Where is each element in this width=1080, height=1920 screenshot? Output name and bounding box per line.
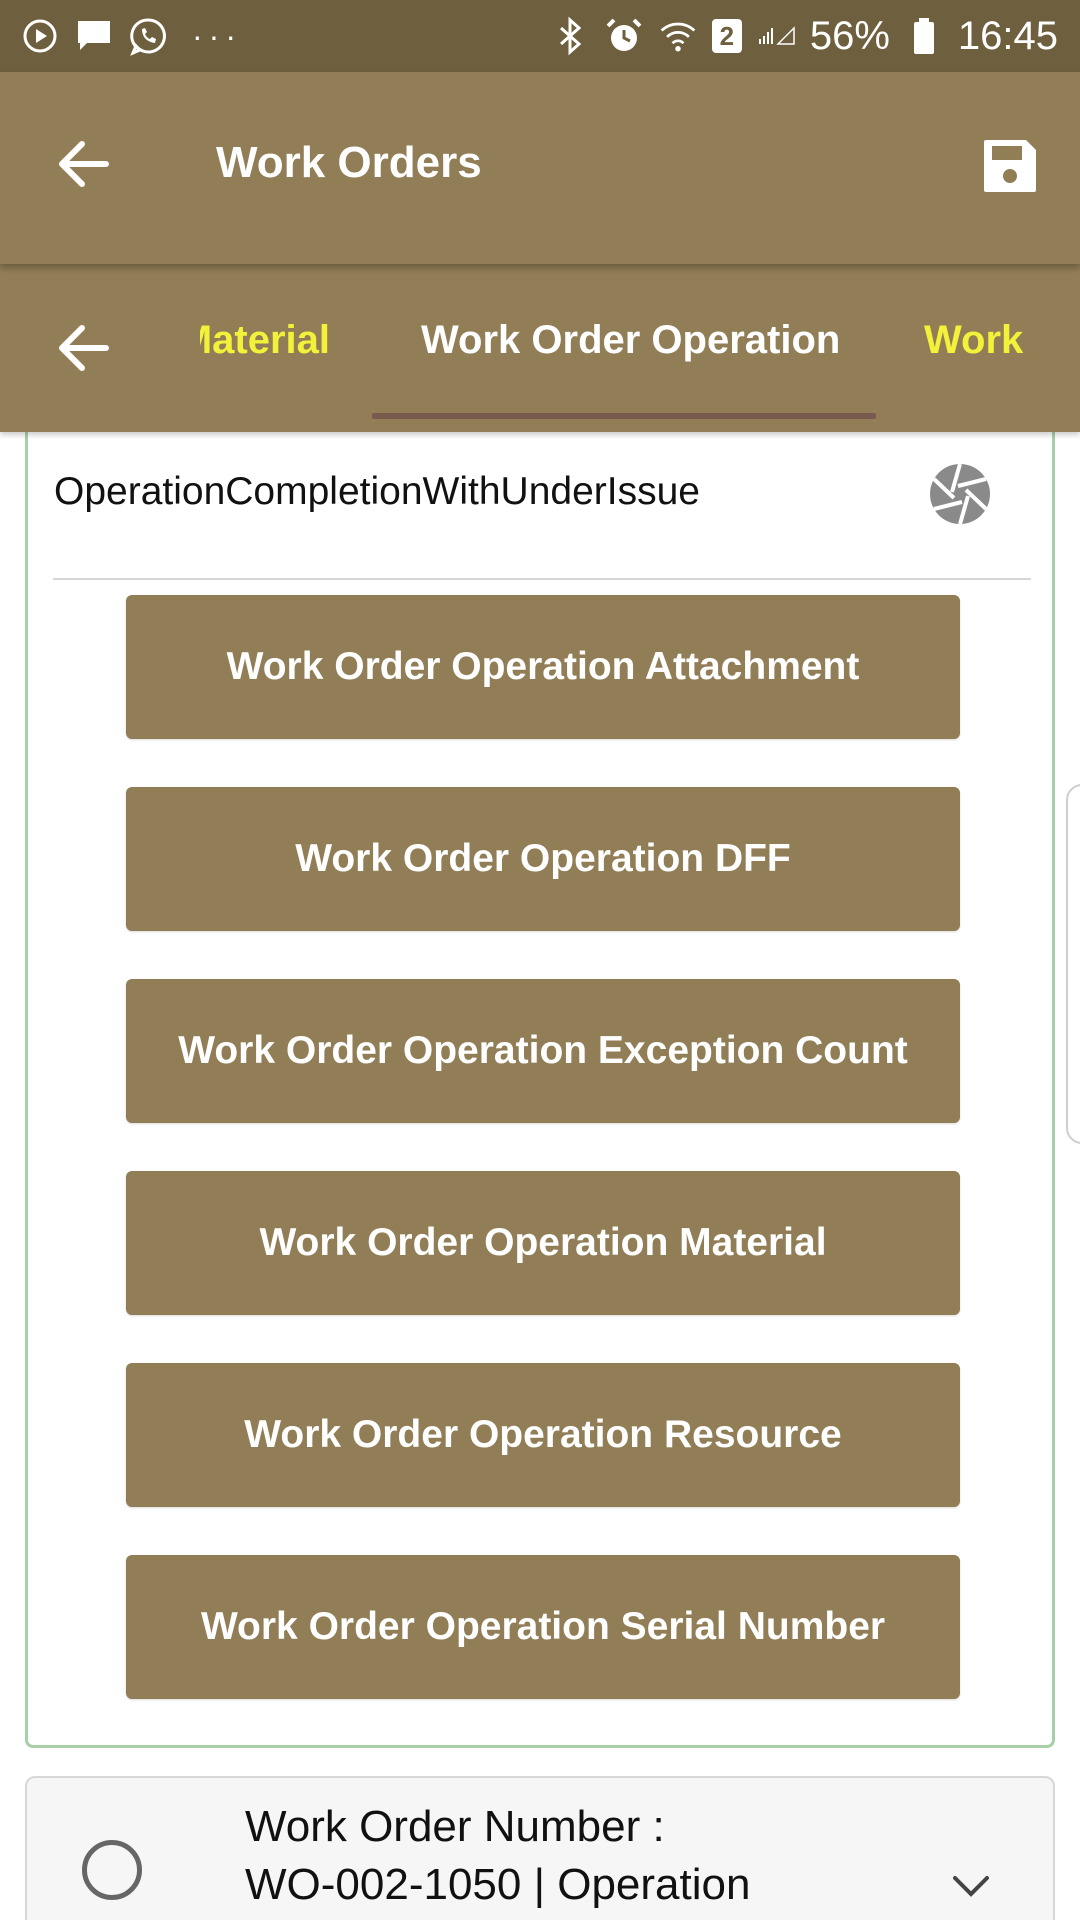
attachment-button[interactable]: Work Order Operation Attachment: [126, 595, 960, 739]
save-button[interactable]: [980, 136, 1040, 196]
more-icon: ···: [192, 17, 242, 54]
bluetooth-icon: [550, 16, 590, 56]
tab-work-order-operation[interactable]: Work Order Operation: [421, 318, 840, 363]
tab-material[interactable]: Material: [200, 318, 330, 363]
dff-button[interactable]: Work Order Operation DFF: [126, 787, 960, 931]
tab-bar: Material Work Order Operation Work: [0, 264, 1080, 432]
radio-button[interactable]: [82, 1840, 142, 1900]
serial-number-button[interactable]: Work Order Operation Serial Number: [126, 1555, 960, 1699]
tab-back-button[interactable]: [52, 316, 116, 380]
chevron-down-icon[interactable]: [947, 1862, 995, 1910]
resource-button[interactable]: Work Order Operation Resource: [126, 1363, 960, 1507]
arrow-left-icon: [59, 141, 109, 187]
status-bar-left: ···: [20, 0, 242, 72]
whatsapp-icon: [128, 16, 168, 56]
back-button[interactable]: [52, 132, 116, 196]
status-bar: ··· 2 56% 16:45: [0, 0, 1080, 72]
sim-badge: 2: [711, 19, 742, 53]
material-button[interactable]: Work Order Operation Material: [126, 1171, 960, 1315]
list-item[interactable]: Work Order Number : WO-002-1050 | Operat…: [25, 1776, 1055, 1920]
side-drawer-handle[interactable]: [1066, 784, 1080, 1144]
alarm-icon: [604, 16, 644, 56]
operation-card: OperationCompletionWithUnderIssue Work O…: [25, 432, 1055, 1748]
tab-active-indicator: [372, 413, 876, 419]
operation-title: OperationCompletionWithUnderIssue: [54, 470, 700, 513]
arrow-left-icon: [59, 325, 109, 371]
tab-work[interactable]: Work: [924, 318, 1023, 363]
work-order-value: WO-002-1050 | Operation: [245, 1860, 751, 1909]
divider: [53, 578, 1031, 580]
message-icon: [74, 16, 114, 56]
aperture-icon[interactable]: [928, 462, 992, 526]
app-bar: Work Orders: [0, 72, 1080, 264]
save-icon: [984, 140, 1036, 192]
exception-count-button[interactable]: Work Order Operation Exception Count: [126, 979, 960, 1123]
play-icon: [20, 16, 60, 56]
notification-count: 2: [719, 20, 735, 51]
battery-icon: [904, 16, 944, 56]
wifi-icon: [658, 16, 698, 56]
work-order-label: Work Order Number :: [245, 1802, 665, 1851]
list-item-text: Work Order Number : WO-002-1050 | Operat…: [245, 1798, 945, 1914]
clock: 16:45: [957, 13, 1058, 58]
battery-percent: 56%: [809, 13, 890, 58]
page-title: Work Orders: [216, 138, 482, 187]
signal-icon: [756, 16, 796, 56]
status-bar-right: 2 56% 16:45: [550, 0, 1058, 72]
